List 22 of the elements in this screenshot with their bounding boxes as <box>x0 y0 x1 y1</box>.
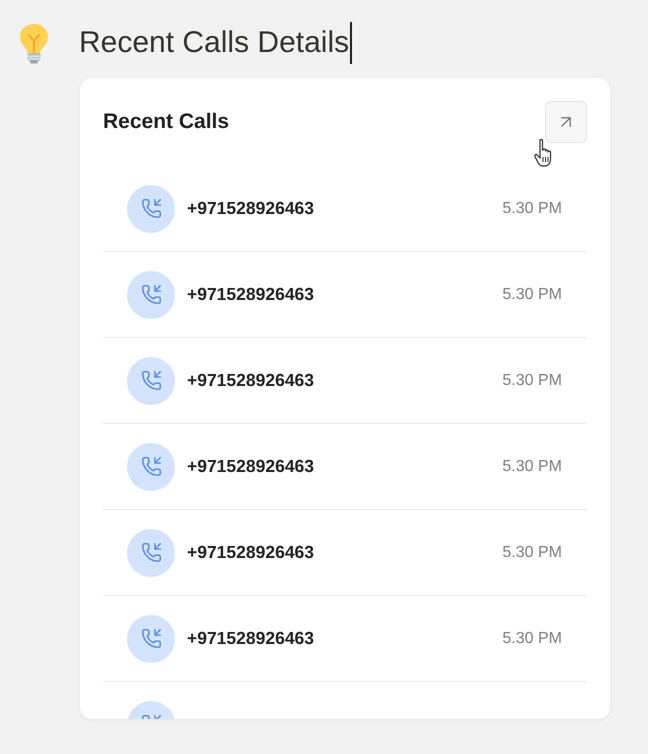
call-time: 5.30 PM <box>502 372 562 390</box>
incoming-call-icon <box>140 542 162 563</box>
phone-number: +971528926463 <box>187 456 314 477</box>
incoming-call-icon <box>140 284 162 305</box>
incoming-call-icon <box>140 628 162 649</box>
incoming-call-icon <box>140 456 162 477</box>
phone-number: +971528926463 <box>187 370 314 391</box>
incoming-call-icon <box>140 198 162 219</box>
expand-button[interactable] <box>545 101 587 143</box>
phone-number: +971528926463 <box>187 628 314 649</box>
call-time: 5.30 PM <box>502 544 562 562</box>
lightbulb-icon <box>18 22 50 64</box>
page-title: Recent Calls Details <box>79 25 350 61</box>
card-title: Recent Calls <box>103 110 230 134</box>
call-time: 5.30 PM <box>502 286 562 304</box>
phone-number: +971528926463 <box>187 542 314 563</box>
phone-number: +971528926463 <box>187 198 314 219</box>
phone-number: +971528926463 <box>187 284 314 305</box>
call-time: 5.30 PM <box>502 458 562 476</box>
call-time: 5.30 PM <box>502 630 562 648</box>
incoming-call-icon <box>140 370 162 391</box>
call-time: 5.30 PM <box>502 200 562 218</box>
